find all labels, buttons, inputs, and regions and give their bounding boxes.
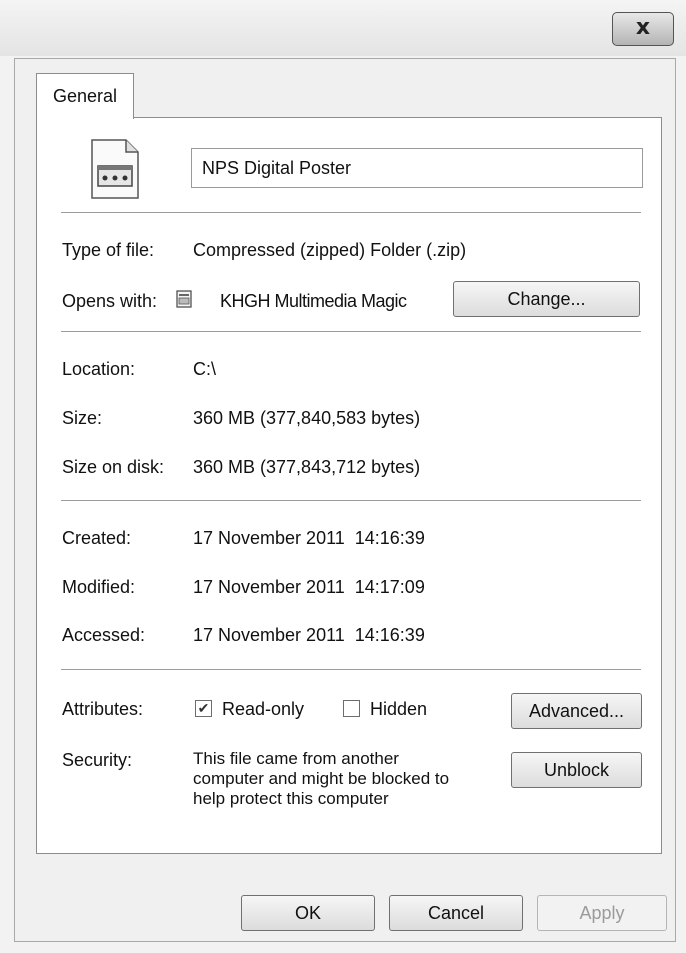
security-message-line: This file came from another [193, 749, 399, 768]
hidden-label[interactable]: Hidden [370, 698, 427, 720]
modified-value: 17 November 2011 14:17:09 [193, 577, 425, 597]
close-button[interactable]: x [612, 12, 674, 46]
accessed-value: 17 November 2011 14:16:39 [193, 625, 425, 645]
attributes-label: Attributes: [62, 699, 144, 719]
location-label: Location: [62, 359, 136, 379]
security-message: This file came from another computer and… [193, 749, 503, 809]
opens-with-label: Opens with: [62, 291, 158, 311]
size-label: Size: [62, 408, 103, 428]
opens-with-value: KHGH Multimedia Magic [220, 291, 407, 311]
separator [61, 500, 641, 502]
location-value: C:\ [193, 359, 217, 379]
hidden-checkbox[interactable] [343, 700, 360, 717]
zip-folder-icon [91, 139, 139, 199]
advanced-button[interactable]: Advanced... [511, 693, 642, 729]
file-name-input[interactable] [191, 148, 643, 188]
modified-label: Modified: [62, 577, 136, 597]
application-icon [176, 290, 192, 308]
cancel-button[interactable]: Cancel [389, 895, 523, 931]
security-message-line: help protect this computer [193, 789, 389, 808]
general-panel [36, 117, 662, 854]
created-label: Created: [62, 528, 132, 548]
size-on-disk-label: Size on disk: [62, 457, 165, 477]
accessed-label: Accessed: [62, 625, 146, 645]
read-only-label[interactable]: Read-only [222, 698, 304, 720]
type-of-file-label: Type of file: [62, 240, 155, 260]
read-only-checkbox[interactable]: ✔ [195, 700, 212, 717]
separator [61, 212, 641, 214]
created-value: 17 November 2011 14:16:39 [193, 528, 425, 548]
separator [61, 331, 641, 333]
apply-button[interactable]: Apply [537, 895, 667, 931]
tab-general[interactable]: General [36, 73, 134, 119]
unblock-button[interactable]: Unblock [511, 752, 642, 788]
size-value: 360 MB (377,840,583 bytes) [193, 408, 421, 428]
separator [61, 669, 641, 671]
type-of-file-value: Compressed (zipped) Folder (.zip) [193, 240, 467, 260]
ok-button[interactable]: OK [241, 895, 375, 931]
security-message-line: computer and might be blocked to [193, 769, 450, 788]
change-button[interactable]: Change... [453, 281, 640, 317]
size-on-disk-value: 360 MB (377,843,712 bytes) [193, 457, 421, 477]
security-label: Security: [62, 750, 133, 770]
title-bar: x [0, 0, 686, 56]
